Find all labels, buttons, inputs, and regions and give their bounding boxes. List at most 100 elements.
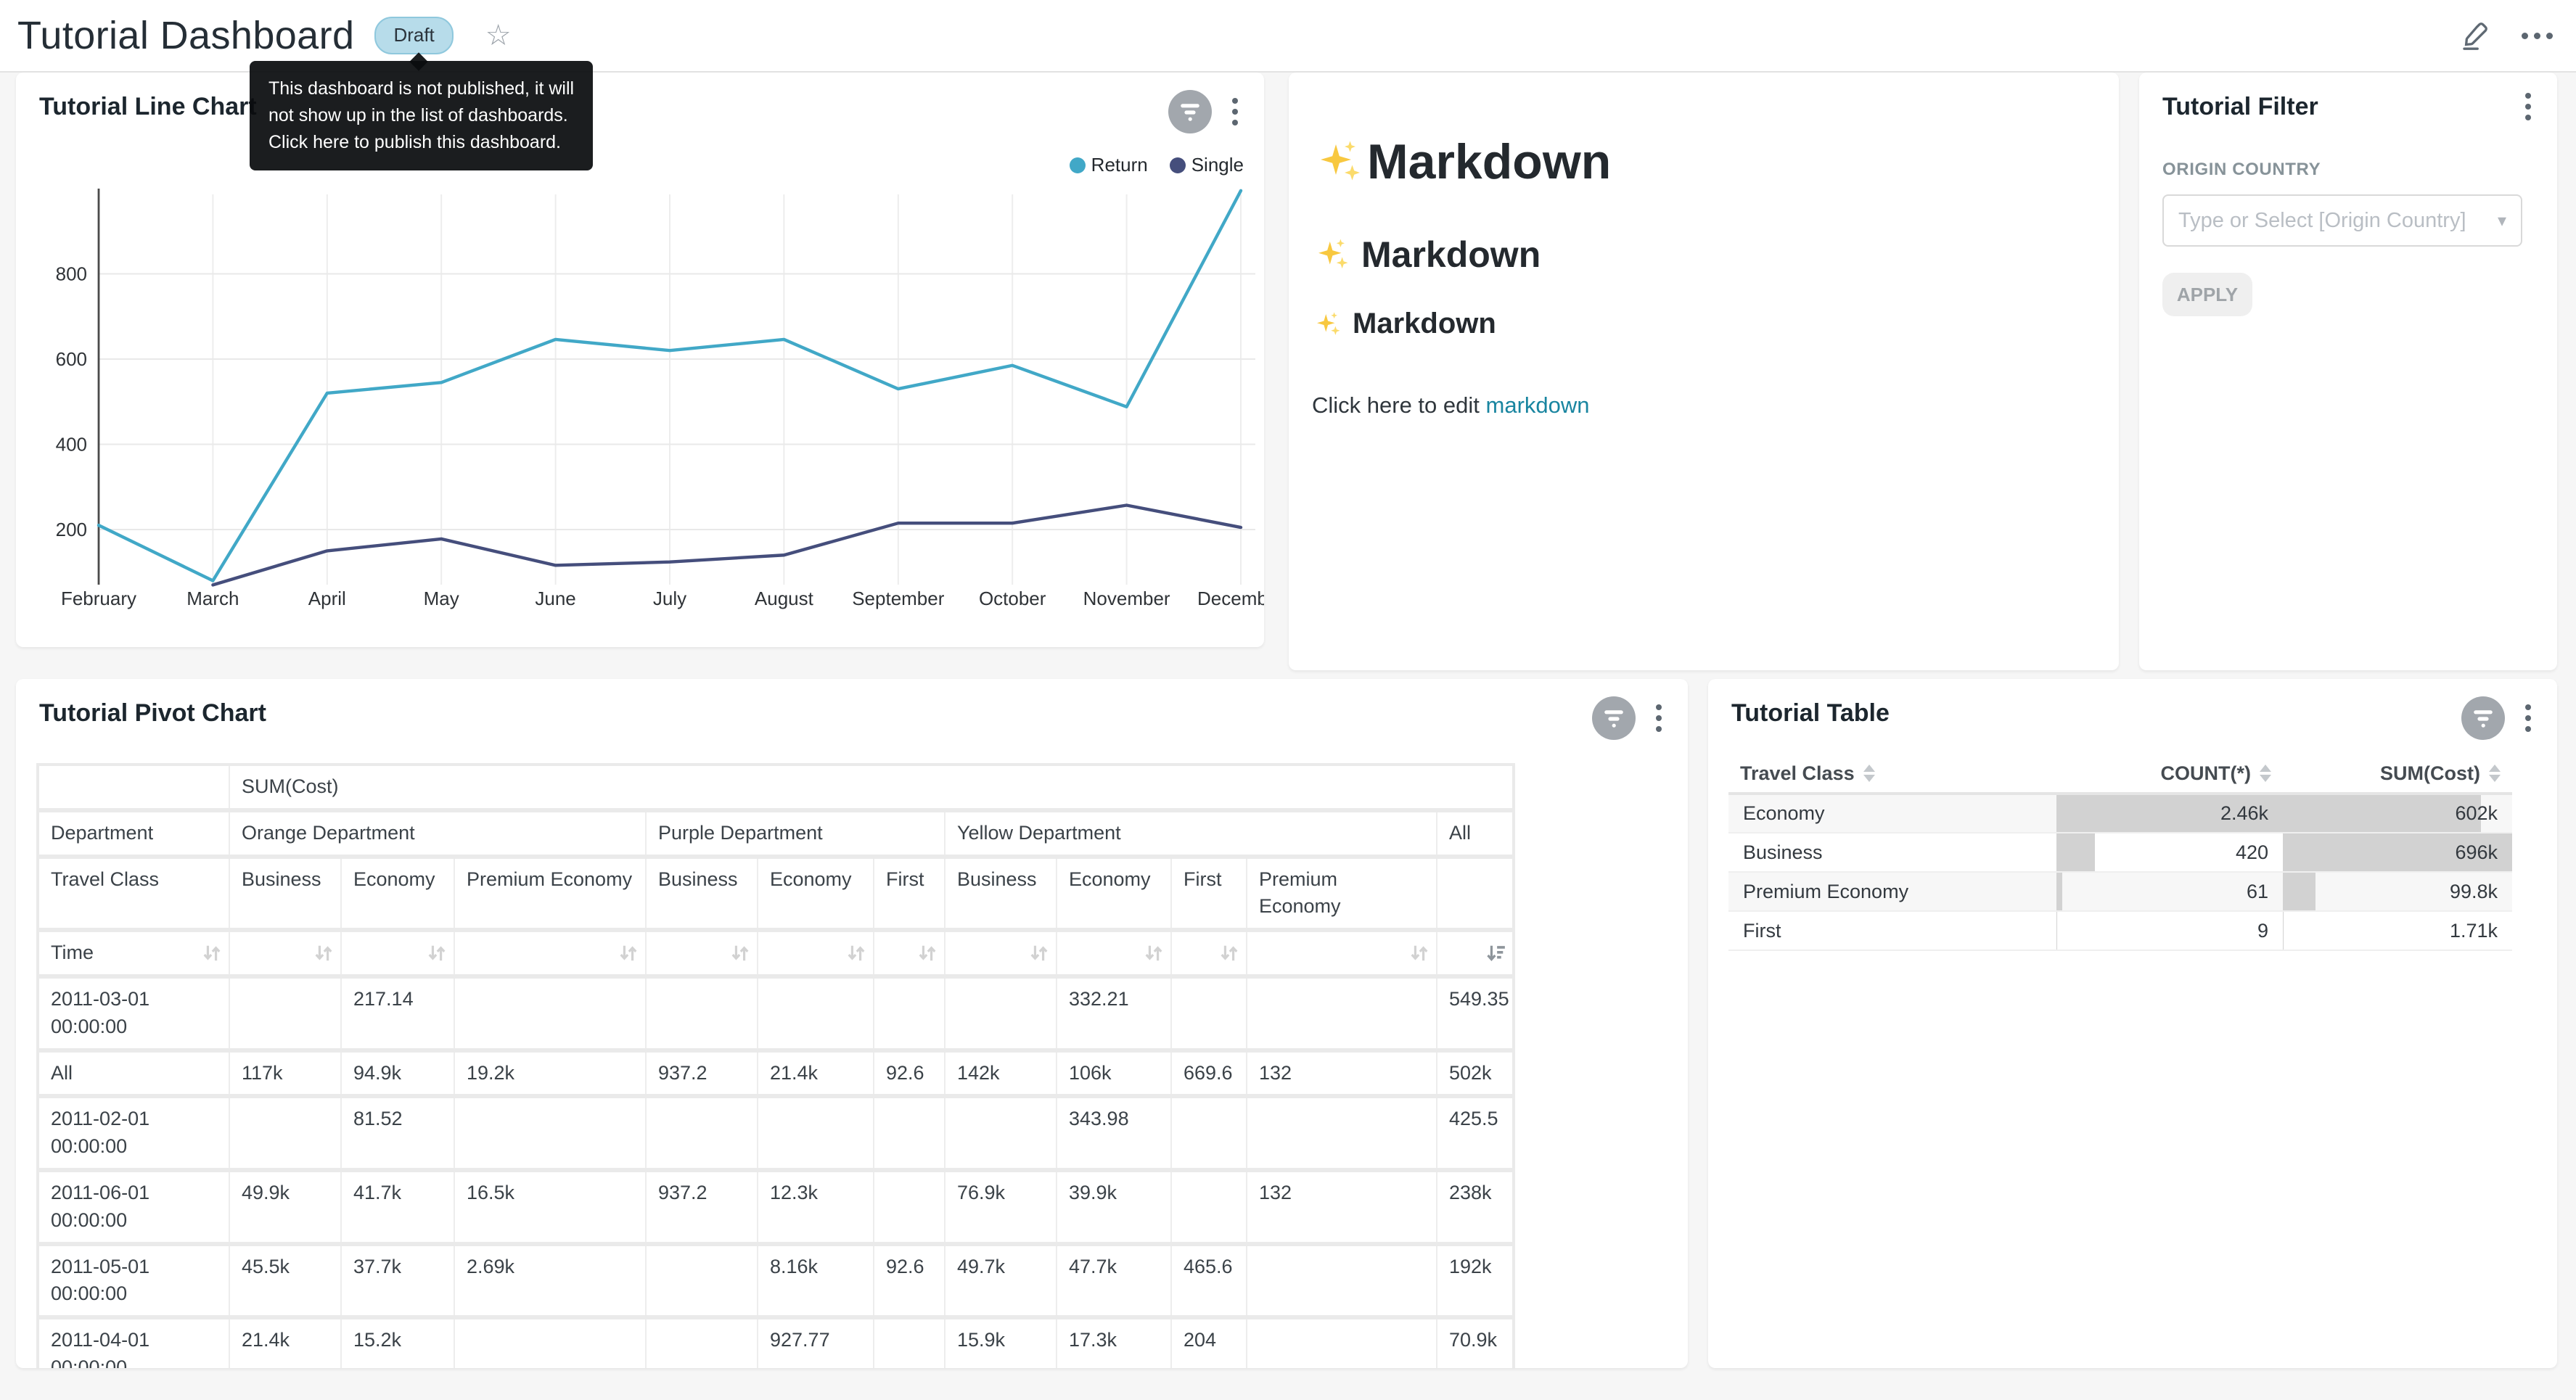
sort-icon[interactable]: [916, 942, 938, 964]
sort-icon[interactable]: [1408, 942, 1430, 964]
chart-title: Tutorial Line Chart: [39, 93, 257, 121]
table-row[interactable]: Premium Economy6199.8k: [1728, 872, 2512, 911]
pivot-col-header: Economy: [1057, 857, 1171, 931]
sort-icon[interactable]: [1218, 942, 1240, 964]
pivot-value-cell: [874, 976, 945, 1050]
column-header-travel-class[interactable]: Travel Class: [1728, 754, 2056, 794]
edit-markdown-link[interactable]: markdown: [1486, 392, 1590, 418]
pivot-table: SUM(Cost)DepartmentOrange DepartmentPurp…: [39, 766, 1512, 1368]
sort-icon[interactable]: [2489, 765, 2501, 782]
filter-indicator-icon[interactable]: [1168, 90, 1212, 133]
pivot-metric-row: SUM(Cost): [39, 766, 1512, 810]
pivot-value-cell: 937.2: [646, 1050, 758, 1097]
pivot-value-cell: 8.16k: [758, 1244, 874, 1318]
pivot-chart-card: Tutorial Pivot Chart SUM(Cost)Department…: [16, 679, 1688, 1368]
table-row[interactable]: Business420696k: [1728, 833, 2512, 872]
edit-dashboard-button[interactable]: [2459, 20, 2490, 51]
pivot-value-cell: 669.6: [1171, 1050, 1247, 1097]
table-row[interactable]: First91.71k: [1728, 911, 2512, 950]
column-header-sum-cost[interactable]: SUM(Cost): [2283, 754, 2512, 794]
pivot-value-cell: [646, 1317, 758, 1368]
origin-country-select[interactable]: Type or Select [Origin Country] ▾: [2162, 194, 2522, 247]
pivot-value-cell: 132: [1247, 1050, 1437, 1097]
pivot-value-cell: [1247, 1244, 1437, 1318]
pivot-sort-cell: [758, 930, 874, 976]
sort-icon[interactable]: [426, 942, 448, 964]
legend-item-single[interactable]: Single: [1170, 154, 1244, 176]
sum-cost-cell: 696k: [2283, 833, 2512, 872]
filter-title: Tutorial Filter: [2162, 93, 2318, 121]
pivot-value-cell: [1247, 976, 1437, 1050]
pivot-row-header: 2011-02-01 00:00:00: [39, 1096, 229, 1170]
pivot-menu-button[interactable]: [1650, 701, 1668, 735]
pivot-value-cell: 94.9k: [341, 1050, 454, 1097]
markdown-paragraph: Click here to edit markdown: [1312, 392, 2096, 419]
sort-icon[interactable]: [618, 942, 639, 964]
markdown-h2: Markdown: [1312, 234, 2096, 276]
pivot-value-cell: 15.9k: [945, 1317, 1057, 1368]
travel-class-cell: Economy: [1728, 794, 2056, 833]
pivot-sort-cell: [646, 930, 758, 976]
chart-menu-button[interactable]: [1226, 95, 1244, 128]
pivot-group-header: All: [1437, 810, 1512, 857]
pivot-col-header: Economy: [758, 857, 874, 931]
travel-class-cell: Business: [1728, 833, 2056, 872]
pivot-value-cell: [1171, 976, 1247, 1050]
pivot-data-row: 2011-06-01 00:00:0049.9k41.7k16.5k937.21…: [39, 1170, 1512, 1244]
pivot-value-cell: 81.52: [341, 1096, 454, 1170]
svg-text:June: June: [535, 588, 575, 609]
pivot-sort-cell: [874, 930, 945, 976]
sort-descending-icon[interactable]: [1485, 942, 1506, 964]
table-menu-button[interactable]: [2519, 701, 2537, 735]
svg-text:800: 800: [56, 263, 87, 284]
page-title: Tutorial Dashboard: [17, 13, 354, 58]
count-cell: 9: [2056, 911, 2283, 950]
line-chart-plot[interactable]: FebruaryMarchAprilMayJuneJulyAugustSepte…: [16, 174, 1264, 612]
sort-icon[interactable]: [2260, 765, 2271, 782]
pivot-row-header: 2011-03-01 00:00:00: [39, 976, 229, 1050]
sort-icon[interactable]: [1028, 942, 1050, 964]
pivot-data-row: 2011-05-01 00:00:0045.5k37.7k2.69k8.16k9…: [39, 1244, 1512, 1318]
sort-icon[interactable]: [313, 942, 335, 964]
sort-icon[interactable]: [1863, 765, 1875, 782]
dashboard-page: Tutorial Dashboard Draft ☆ This dashboar…: [0, 0, 2576, 1400]
column-header-count[interactable]: COUNT(*): [2056, 754, 2283, 794]
pivot-value-cell: 132: [1247, 1170, 1437, 1244]
pivot-data-row: All117k94.9k19.2k937.221.4k92.6142k106k6…: [39, 1050, 1512, 1097]
pivot-col-header: Premium Economy: [454, 857, 646, 931]
sort-icon[interactable]: [729, 942, 751, 964]
table-row[interactable]: Economy2.46k602k: [1728, 794, 2512, 833]
sum-cost-cell: 1.71k: [2283, 911, 2512, 950]
pivot-group-header: Orange Department: [229, 810, 646, 857]
filter-card: Tutorial Filter ORIGIN COUNTRY Type or S…: [2139, 73, 2557, 670]
pivot-value-cell: 502k: [1437, 1050, 1512, 1097]
pivot-value-cell: [646, 1096, 758, 1170]
sort-icon[interactable]: [201, 942, 223, 964]
pivot-col-header: First: [1171, 857, 1247, 931]
apply-button[interactable]: APPLY: [2162, 273, 2252, 316]
sparkles-icon: [1312, 136, 1364, 188]
sort-icon[interactable]: [845, 942, 867, 964]
filter-indicator-icon[interactable]: [1592, 696, 1636, 740]
dashboard-menu-button[interactable]: [2522, 33, 2553, 39]
pivot-value-cell: 106k: [1057, 1050, 1171, 1097]
favorite-star-icon[interactable]: ☆: [485, 21, 512, 50]
sparkles-icon: [1312, 235, 1351, 274]
pivot-value-cell: 465.6: [1171, 1244, 1247, 1318]
pivot-data-row: 2011-03-01 00:00:00217.14332.21549.35: [39, 976, 1512, 1050]
pivot-value-cell: 19.2k: [454, 1050, 646, 1097]
filter-menu-button[interactable]: [2519, 90, 2537, 123]
pivot-row-header: 2011-04-01 00:00:00: [39, 1317, 229, 1368]
pivot-value-cell: [945, 1096, 1057, 1170]
filter-indicator-icon[interactable]: [2461, 696, 2505, 740]
sort-icon[interactable]: [1143, 942, 1165, 964]
pivot-value-cell: [229, 1096, 341, 1170]
pivot-metric-header: SUM(Cost): [229, 766, 1512, 810]
pivot-value-cell: [758, 976, 874, 1050]
pivot-data-row: 2011-04-01 00:00:0021.4k15.2k927.7715.9k…: [39, 1317, 1512, 1368]
status-badge[interactable]: Draft: [374, 17, 453, 54]
legend-item-return[interactable]: Return: [1070, 154, 1148, 176]
svg-text:February: February: [61, 588, 136, 609]
pivot-row-header: All: [39, 1050, 229, 1097]
pivot-value-cell: 142k: [945, 1050, 1057, 1097]
